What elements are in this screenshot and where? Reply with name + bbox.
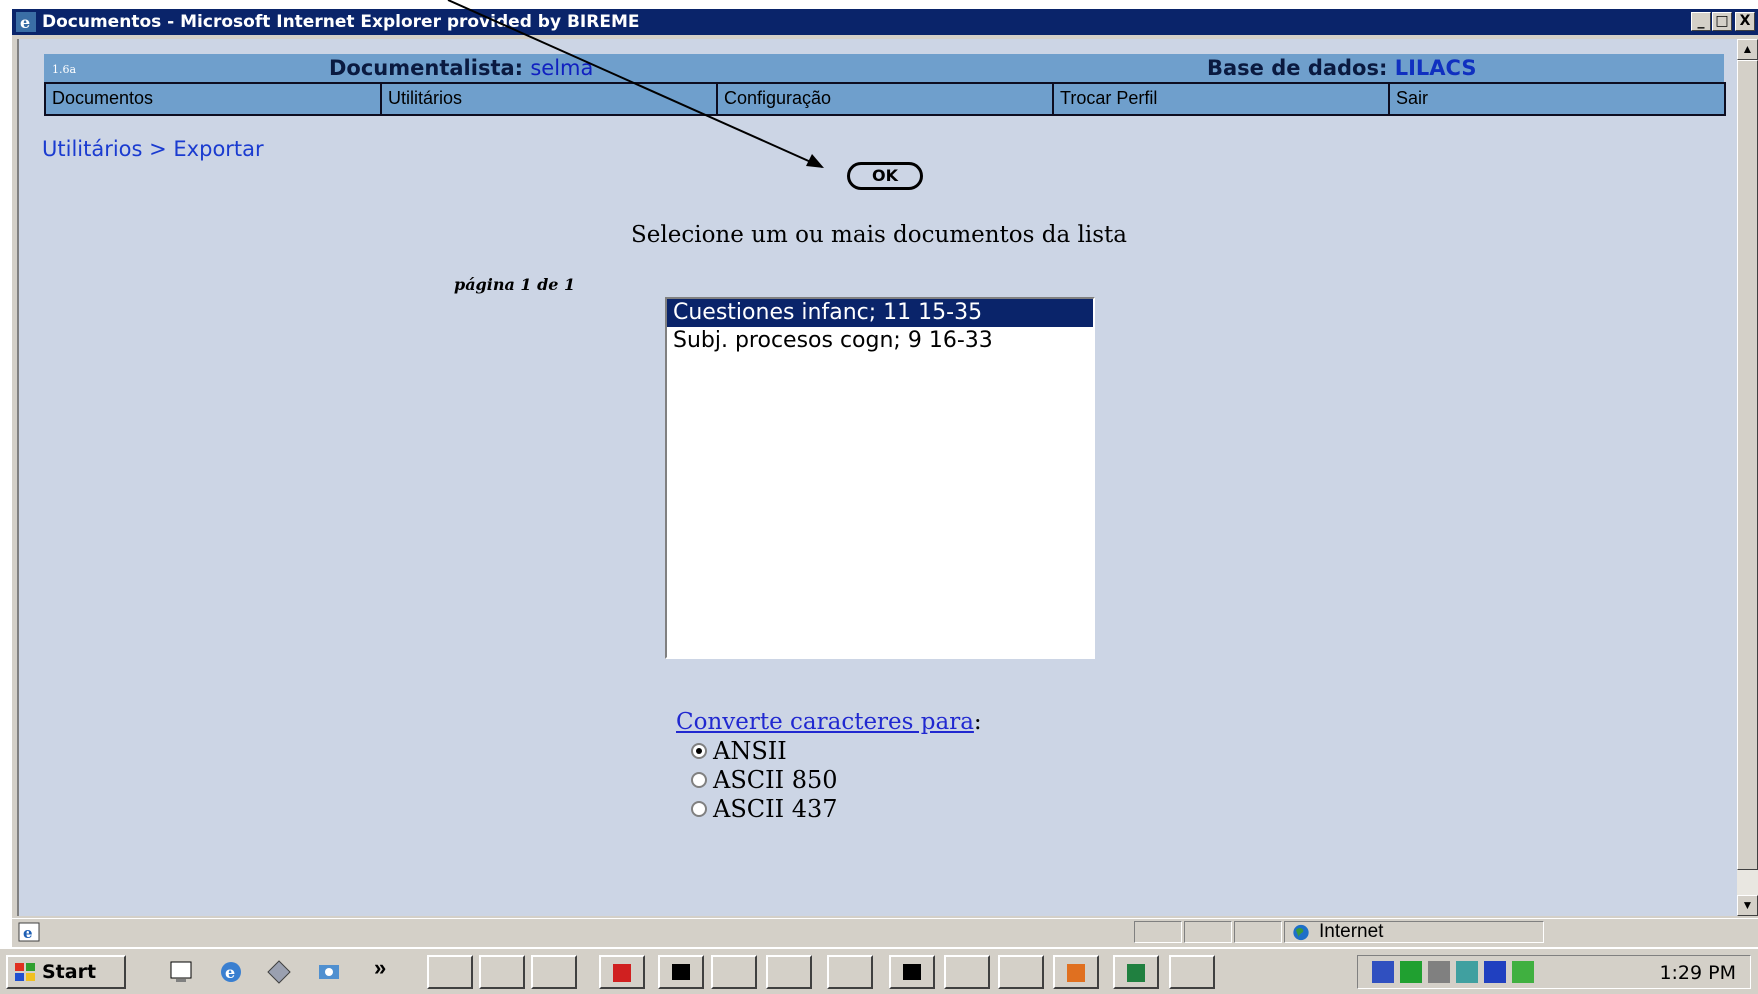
task-ie-window-5[interactable] [766,955,812,989]
excel-icon [1127,964,1145,982]
list-item[interactable]: Cuestiones infanc; 11 15-35 [667,299,1093,327]
minimize-button[interactable]: _ [1691,12,1711,31]
documentalista-field: Documentalista: selma [329,56,593,80]
task-ie-window-4[interactable] [711,955,757,989]
scroll-up-arrow-icon[interactable]: ▲ [1737,39,1758,60]
radio-label: ASCII 850 [713,766,838,794]
ok-button[interactable]: OK [847,162,923,190]
quicklaunch-app-icon[interactable] [266,959,292,985]
task-excel[interactable] [1113,955,1159,989]
h-app-icon [613,964,631,982]
ie-icon: e [16,12,36,32]
convert-suffix: : [973,709,982,735]
database-label: Base de dados: [1207,56,1395,80]
close-button[interactable]: X [1735,12,1755,31]
scroll-down-arrow-icon[interactable]: ▼ [1737,895,1758,916]
task-ie-window-8[interactable] [1169,955,1215,989]
task-powerpoint[interactable] [1053,955,1099,989]
windows-flag-icon [15,963,35,981]
status-bar: e Internet [12,918,1758,947]
documentalista-label: Documentalista: [329,56,531,80]
radio-button[interactable] [691,801,707,817]
radio-label: ANSII [713,737,787,765]
scroll-thumb[interactable] [1737,60,1758,870]
menu-item-utilitarios[interactable]: Utilitários [382,84,716,114]
console-icon [903,964,921,980]
svg-text:e: e [225,963,235,982]
tray-connection-icon[interactable] [1456,961,1478,983]
window-title: Documentos - Microsoft Internet Explorer… [42,12,640,32]
main-menu: Documentos Utilitários Configuração Troc… [44,82,1726,116]
radio-label: ASCII 437 [713,795,838,823]
quicklaunch-media-icon[interactable] [316,959,342,985]
radio-option-ansii[interactable]: ANSII [691,737,787,765]
version-label: 1.6a [52,63,77,76]
documentalista-user: selma [530,56,594,80]
console-icon [672,964,690,980]
tray-user-icon[interactable] [1512,961,1534,983]
convert-link[interactable]: Converte caracteres para [676,709,974,735]
quicklaunch-ie-icon[interactable]: e [218,959,244,985]
instructions-text: Selecione um ou mais documentos da lista [631,222,1127,248]
menu-item-documentos[interactable]: Documentos [46,84,380,114]
start-label: Start [42,961,97,983]
status-pane [1184,921,1232,943]
status-pane [1134,921,1182,943]
task-ie-window-3[interactable] [531,955,577,989]
convert-heading: Converte caracteres para: [676,709,982,735]
task-ie-window-1[interactable] [427,955,473,989]
powerpoint-icon [1067,964,1085,982]
task-ie-window-7[interactable] [998,955,1044,989]
vertical-scrollbar[interactable]: ▲ ▼ [1737,39,1758,916]
start-button[interactable]: Start [6,955,126,989]
tray-volume-icon[interactable] [1428,961,1450,983]
system-tray: 1:29 PM [1357,955,1751,989]
menu-item-trocar-perfil[interactable]: Trocar Perfil [1054,84,1388,114]
radio-option-ascii-850[interactable]: ASCII 850 [691,766,838,794]
maximize-button[interactable]: □ [1712,12,1732,31]
zone-label: Internet [1319,921,1384,942]
app-header: 1.6a Documentalista: selma Base de dados… [44,54,1724,82]
tray-shield-icon[interactable] [1484,961,1506,983]
page-viewport: 1.6a Documentalista: selma Base de dados… [17,39,1737,916]
radio-button[interactable] [691,772,707,788]
task-h-app[interactable] [599,955,645,989]
menu-item-sair[interactable]: Sair [1390,84,1724,114]
radio-button[interactable] [691,743,707,759]
menu-item-configuracao[interactable]: Configuração [718,84,1052,114]
tray-language-icon[interactable] [1372,961,1394,983]
task-command-prompt-2[interactable] [889,955,935,989]
task-ie-window-2[interactable] [479,955,525,989]
svg-text:e: e [23,924,33,942]
security-zone: Internet [1284,921,1544,943]
pagination-label: página 1 de 1 [454,275,576,294]
task-app-colorful[interactable] [827,955,873,989]
breadcrumb: Utilitários > Exportar [42,137,264,161]
database-field: Base de dados: LILACS [1207,56,1476,80]
list-item[interactable]: Subj. procesos cogn; 9 16-33 [667,327,1093,355]
task-ie-window-6[interactable] [944,955,990,989]
database-name: LILACS [1394,56,1477,80]
globe-icon [1293,924,1309,941]
quicklaunch-desktop-icon[interactable] [168,959,194,985]
radio-option-ascii-437[interactable]: ASCII 437 [691,795,838,823]
browser-window: e Documentos - Microsoft Internet Explor… [12,9,1758,947]
status-pane [1234,921,1282,943]
tray-network-icon[interactable] [1400,961,1422,983]
documents-listbox[interactable]: Cuestiones infanc; 11 15-35 Subj. proces… [665,297,1095,659]
task-command-prompt-1[interactable] [658,955,704,989]
taskbar: Start e » 1:29 PM [0,947,1758,994]
svg-text:e: e [20,13,30,32]
title-bar: e Documentos - Microsoft Internet Explor… [12,9,1758,35]
clock: 1:29 PM [1659,962,1736,984]
ie-page-icon: e [18,922,40,942]
quicklaunch-more-chevron[interactable]: » [374,955,386,981]
